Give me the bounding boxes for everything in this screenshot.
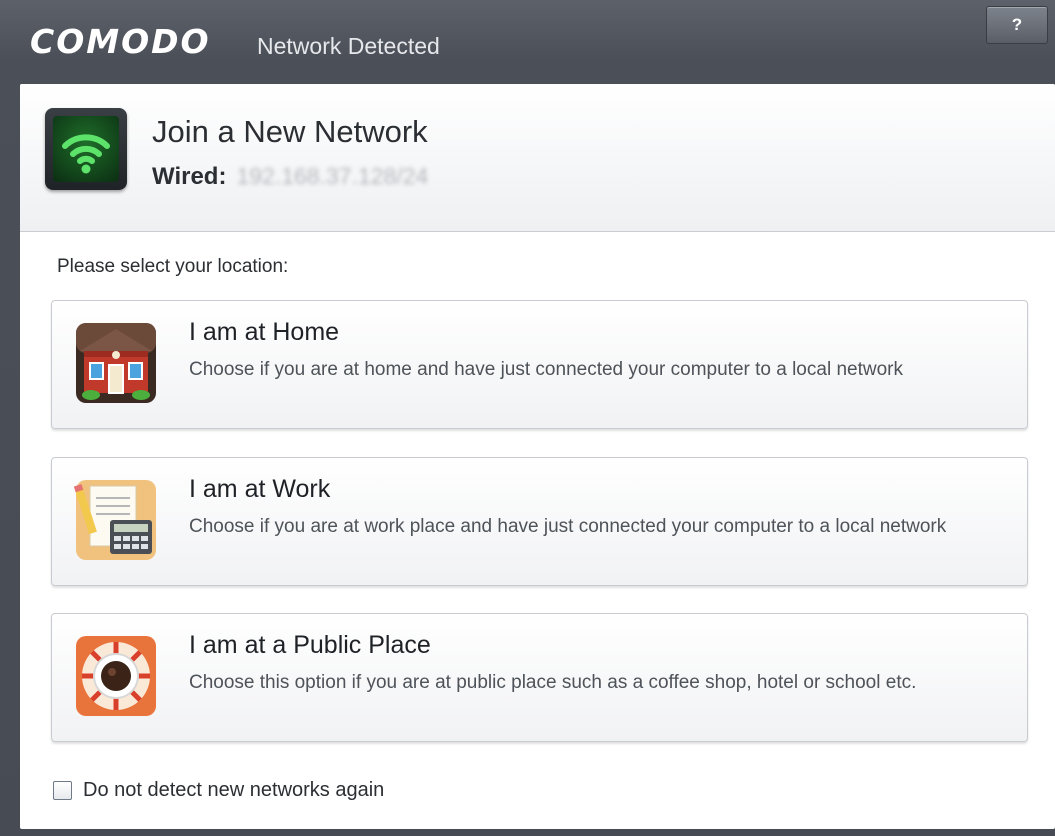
connection-address: 192.168.37.128/24 [236, 163, 429, 189]
option-public-description: Choose this option if you are at public … [189, 672, 917, 693]
location-prompt: Please select your location: [57, 256, 289, 277]
option-home-button[interactable]: I am at Home Choose if you are at home a… [51, 300, 1028, 429]
house-icon [74, 321, 158, 405]
window-title: Network Detected [257, 33, 440, 59]
option-home-title: I am at Home [189, 318, 340, 346]
content-panel: Join a New Network Wired: 192.168.37.128/… [20, 84, 1055, 829]
do-not-detect-checkbox[interactable] [53, 780, 72, 800]
option-public-title: I am at a Public Place [189, 631, 431, 659]
connection-label: Wired: [152, 163, 227, 190]
coffee-icon [74, 634, 158, 718]
network-detected-window: COMODO Network Detected ? Join a New Net… [0, 0, 1055, 836]
option-work-title: I am at Work [189, 475, 331, 503]
option-work-description: Choose if you are at work place and have… [189, 516, 947, 537]
option-home-description: Choose if you are at home and have just … [189, 359, 903, 380]
comodo-logo: COMODO [30, 22, 211, 61]
do-not-detect-label: Do not detect new networks again [83, 778, 385, 801]
header-title: Join a New Network [152, 114, 428, 149]
connection-info: Wired: 192.168.37.128/24 [152, 163, 428, 191]
option-work-button[interactable]: I am at Work Choose if you are at work p… [51, 457, 1028, 586]
help-button[interactable]: ? [986, 6, 1048, 44]
wifi-icon [45, 108, 127, 190]
option-public-button[interactable]: I am at a Public Place Choose this optio… [51, 613, 1028, 742]
office-icon [73, 478, 158, 562]
network-header: Join a New Network Wired: 192.168.37.128/… [20, 84, 1055, 232]
do-not-detect-option[interactable]: Do not detect new networks again [53, 777, 384, 803]
title-bar: COMODO Network Detected ? [0, 0, 1055, 84]
